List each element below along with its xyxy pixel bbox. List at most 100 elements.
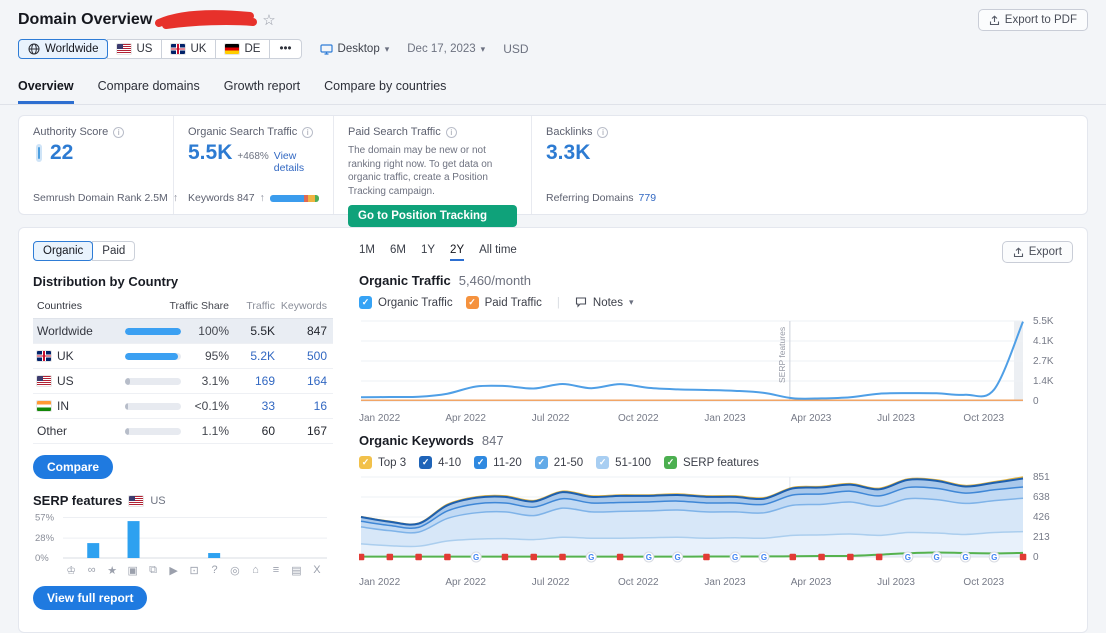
device-dropdown[interactable]: Desktop ▾	[320, 43, 390, 55]
region-de[interactable]: DE	[215, 39, 270, 59]
in-flag-icon	[37, 401, 51, 411]
more-regions-button[interactable]: •••	[269, 39, 301, 59]
device-label: Desktop	[338, 43, 380, 55]
kw-legend-top-3[interactable]: ✓Top 3	[359, 456, 406, 469]
svg-text:638: 638	[1033, 492, 1050, 503]
export-button[interactable]: Export	[1002, 241, 1073, 263]
svg-text:28%: 28%	[35, 533, 55, 544]
kw-legend-11-20[interactable]: ✓11-20	[474, 456, 522, 469]
notes-dropdown[interactable]: Notes▾	[575, 297, 634, 309]
featured-video-icon[interactable]: ⊡	[184, 564, 204, 577]
view-details-link[interactable]: View details	[274, 150, 319, 174]
table-row-worldwide[interactable]: Worldwide100%5.5K847	[33, 319, 333, 344]
featured-snippet-icon[interactable]: ♔	[61, 564, 81, 577]
organic-traffic-card: Organic Search Traffici 5.5K +468% View …	[173, 116, 333, 214]
keywords-value[interactable]: 164	[275, 374, 327, 388]
info-icon[interactable]: i	[597, 127, 608, 138]
traffic-share-bar	[125, 328, 181, 335]
referring-domains-value[interactable]: 779	[639, 192, 657, 204]
svg-text:1.4K: 1.4K	[1033, 376, 1054, 387]
keywords-value[interactable]: 500	[275, 349, 327, 363]
date-dropdown[interactable]: Dec 17, 2023 ▾	[407, 43, 485, 55]
kw-legend-serp-features[interactable]: ✓SERP features	[664, 456, 759, 469]
backlinks-card: Backlinksi 3.3K Referring Domains779	[531, 116, 1087, 214]
region-label: US	[136, 43, 152, 55]
reviews-icon[interactable]: ★	[102, 564, 122, 577]
svg-text:5.5K: 5.5K	[1033, 316, 1054, 327]
view-full-report-button[interactable]: View full report	[33, 586, 147, 610]
toggle-paid[interactable]: Paid	[92, 241, 135, 261]
svg-text:Apr 2023: Apr 2023	[791, 577, 832, 588]
tab-compare-domains[interactable]: Compare domains	[98, 73, 200, 104]
info-icon[interactable]: i	[113, 127, 124, 138]
tab-overview[interactable]: Overview	[18, 73, 74, 104]
legend-label: Paid Traffic	[485, 297, 542, 309]
compare-button[interactable]: Compare	[33, 455, 113, 479]
svg-text:G: G	[473, 553, 479, 562]
region-us[interactable]: US	[107, 39, 162, 59]
checkbox-checked-icon: ✓	[535, 456, 548, 469]
export-pdf-button[interactable]: Export to PDF	[978, 9, 1088, 31]
traffic-value[interactable]: 169	[229, 374, 275, 388]
legend-label: 11-20	[493, 457, 522, 469]
image-pack-icon[interactable]: ▣	[122, 564, 142, 577]
tab-compare-by-countries[interactable]: Compare by countries	[324, 73, 446, 104]
notes-label: Notes	[593, 297, 623, 309]
favorite-star-icon[interactable]: ☆	[262, 11, 275, 29]
faq-icon[interactable]: ?	[204, 564, 224, 577]
organic-traffic-label: Organic Search Traffic	[188, 126, 297, 138]
svg-text:Apr 2022: Apr 2022	[445, 577, 486, 588]
de-flag-icon	[225, 44, 239, 54]
traffic-value[interactable]: 33	[229, 399, 275, 413]
range-1m[interactable]: 1M	[359, 244, 375, 261]
jobs-icon[interactable]: ▤	[286, 564, 306, 577]
svg-text:G: G	[646, 553, 652, 562]
bar-track	[125, 403, 181, 410]
region-worldwide[interactable]: Worldwide	[18, 39, 108, 59]
table-row-other[interactable]: Other1.1%60167	[33, 419, 333, 444]
kw-legend-51-100[interactable]: ✓51-100	[596, 456, 651, 469]
range-all-time[interactable]: All time	[479, 244, 517, 261]
range-6m[interactable]: 6M	[390, 244, 406, 261]
svg-text:Jul 2022: Jul 2022	[532, 413, 570, 424]
table-row-us[interactable]: US3.1%169164	[33, 369, 333, 394]
keywords-value[interactable]: 16	[275, 399, 327, 413]
traffic-value: 60	[229, 424, 275, 438]
knowledge-panel-icon[interactable]: ⌂	[245, 564, 265, 577]
twitter-icon[interactable]: X	[307, 564, 327, 577]
svg-text:G: G	[934, 553, 940, 562]
region-uk[interactable]: UK	[161, 39, 216, 59]
column-header: Traffic Share	[125, 300, 229, 312]
kw-legend-4-10[interactable]: ✓4-10	[419, 456, 461, 469]
traffic-value[interactable]: 5.2K	[229, 349, 275, 363]
kw-legend-21-50[interactable]: ✓21-50	[535, 456, 583, 469]
toggle-organic[interactable]: Organic	[33, 241, 93, 261]
table-header: CountriesTraffic ShareTrafficKeywords	[33, 294, 333, 319]
table-row-uk[interactable]: UK95%5.2K500	[33, 344, 333, 369]
organic-traffic-checkbox[interactable]: ✓Organic Traffic	[359, 296, 453, 309]
local-pack-icon[interactable]: ◎	[225, 564, 245, 577]
svg-text:G: G	[732, 553, 738, 562]
range-1y[interactable]: 1Y	[421, 244, 435, 261]
images-icon[interactable]: ⧉	[143, 564, 163, 577]
checkbox-checked-icon: ✓	[664, 456, 677, 469]
position-tracking-button[interactable]: Go to Position Tracking	[348, 205, 517, 227]
svg-text:2.7K: 2.7K	[1033, 356, 1054, 367]
table-row-in[interactable]: IN<0.1%3316	[33, 394, 333, 419]
organic-paid-toggle: OrganicPaid	[33, 241, 135, 261]
top-stories-icon[interactable]: ≡	[266, 564, 286, 577]
globe-icon	[28, 43, 40, 55]
info-icon[interactable]: i	[302, 127, 313, 138]
tab-growth-report[interactable]: Growth report	[224, 73, 300, 104]
page: Domain Overview ☆ Export to PDF Worldwid…	[0, 0, 1106, 633]
info-icon[interactable]: i	[446, 127, 457, 138]
paid-traffic-checkbox[interactable]: ✓Paid Traffic	[466, 296, 542, 309]
svg-text:0: 0	[1033, 552, 1039, 563]
video-icon[interactable]: ▶	[163, 564, 183, 577]
sitelinks-icon[interactable]: ∞	[81, 564, 101, 577]
mini-bar-segment	[315, 195, 319, 202]
country-cell: Other	[37, 424, 125, 438]
range-2y[interactable]: 2Y	[450, 244, 464, 261]
serp-feature-icons: ♔∞★▣⧉▶⊡?◎⌂≡▤X	[61, 564, 327, 577]
serp-features-title: SERP features	[33, 493, 122, 508]
